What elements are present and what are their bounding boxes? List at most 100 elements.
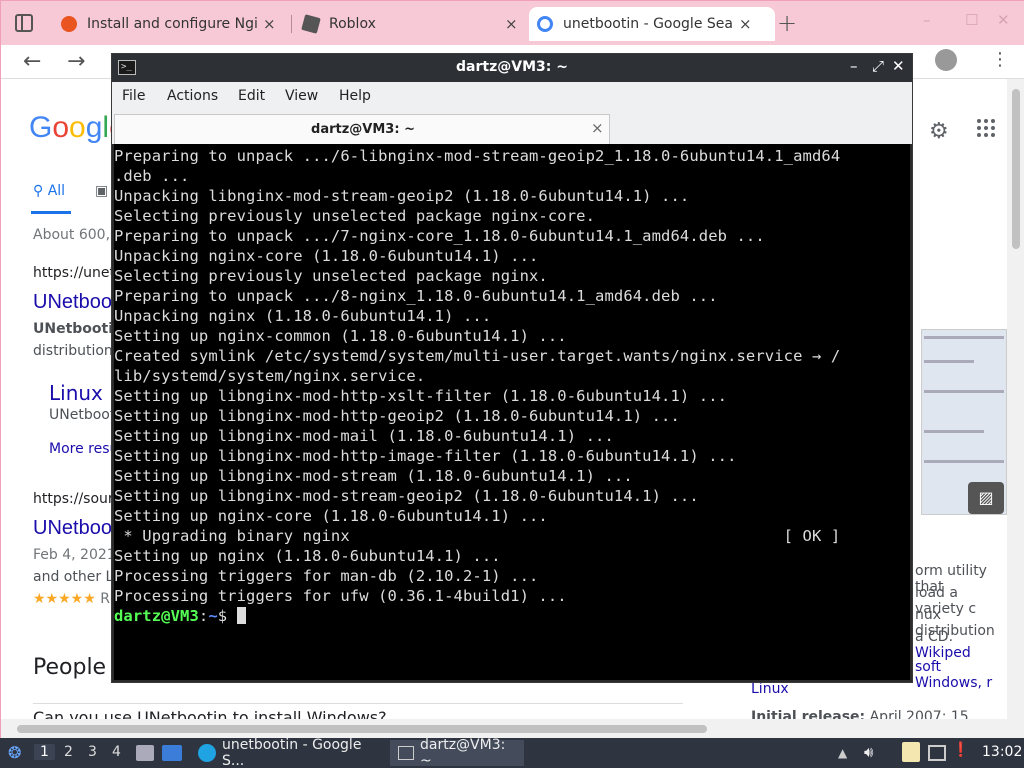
result-date: Feb 4, 2021	[33, 547, 116, 563]
terminal-icon	[398, 746, 414, 760]
workspace-4[interactable]: 4	[112, 744, 121, 760]
rating-value: ★★★★★	[33, 591, 96, 607]
rating-suffix: R	[100, 591, 110, 607]
terminal-tab-close-icon[interactable]: ×	[591, 119, 604, 137]
terminal-window: >_ dartz@VM3: ~ – ⤢ ✕ File Actions Edit …	[111, 53, 913, 683]
result-title[interactable]: UNetboo	[33, 291, 112, 314]
terminal-line: Selecting previously unselected package …	[114, 267, 548, 285]
prompt-separator: :	[198, 607, 209, 625]
terminal-output[interactable]: Preparing to unpack .../6-libnginx-mod-s…	[114, 144, 910, 680]
window-close-button[interactable]: ✕	[997, 11, 1010, 29]
menu-help[interactable]: Help	[339, 88, 371, 104]
menu-file[interactable]: File	[122, 88, 145, 104]
tab-roblox[interactable]: Roblox ×	[295, 7, 518, 41]
chevron-down-icon: ⌄	[667, 708, 681, 719]
tab-close-icon[interactable]: ×	[505, 15, 518, 33]
sidebar-toggle-icon[interactable]	[15, 14, 33, 32]
terminal-line: Setting up libnginx-mod-http-image-filte…	[114, 447, 737, 465]
kp-linux-link[interactable]: Linux	[751, 681, 789, 697]
workspace-1[interactable]: 1	[34, 744, 55, 760]
terminal-line: Setting up nginx (1.18.0-6ubuntu14.1) ..…	[114, 547, 501, 565]
terminal-tab[interactable]: dartz@VM3: ~ ×	[114, 114, 610, 144]
tab-strip: Install and configure Ngin × Roblox × un…	[1, 1, 1024, 45]
volume-icon[interactable]: 🔊︎	[864, 743, 873, 761]
tray-up-icon[interactable]: ▲	[838, 746, 847, 760]
knowledge-panel-image[interactable]: ▨	[921, 329, 1007, 515]
maximize-button[interactable]: ☐	[965, 11, 978, 29]
kp-release-label: Initial release:	[751, 709, 866, 719]
menu-view[interactable]: View	[285, 88, 318, 104]
horizontal-scrollbar[interactable]	[1, 719, 1024, 739]
more-results-link[interactable]: More resu	[49, 441, 118, 457]
tab-close-icon[interactable]: ×	[739, 15, 752, 33]
result-snippet: UNetbootin	[33, 321, 123, 337]
search-icon: ⚲	[33, 183, 44, 199]
logo-letter: o	[52, 111, 70, 144]
tab-all[interactable]: ⚲ All	[33, 183, 65, 199]
terminal-line: Processing triggers for ufw (0.36.1-4bui…	[114, 587, 567, 605]
ubuntu-favicon-icon	[61, 16, 77, 32]
tab-images-icon[interactable]: ▣	[95, 183, 108, 199]
google-favicon-icon	[537, 16, 553, 32]
task-label: dartz@VM3: ~	[420, 737, 506, 769]
forward-icon[interactable]: →	[67, 49, 85, 74]
terminal-line: Unpacking libnginx-mod-stream-geoip2 (1.…	[114, 187, 690, 205]
terminal-line: Preparing to unpack .../6-libnginx-mod-s…	[114, 147, 841, 165]
terminal-menubar: File Actions Edit View Help	[112, 82, 912, 112]
network-icon[interactable]	[928, 745, 946, 761]
sitelink-snippet: UNetbooti	[49, 407, 120, 423]
tab-nginx[interactable]: Install and configure Ngin ×	[53, 7, 276, 41]
terminal-line: Setting up libnginx-mod-http-geoip2 (1.1…	[114, 407, 680, 425]
notification-icon[interactable]: ❗	[952, 742, 970, 762]
terminal-prompt[interactable]: dartz@VM3:~$	[114, 606, 910, 626]
terminal-line: Processing triggers for man-db (2.10.2-1…	[114, 567, 539, 585]
terminal-tabbar: dartz@VM3: ~ ×	[112, 112, 912, 144]
active-tab-indicator	[31, 211, 71, 214]
terminal-titlebar[interactable]: >_ dartz@VM3: ~ – ⤢ ✕	[112, 54, 912, 82]
result-title[interactable]: UNetboo	[33, 517, 112, 540]
task-browser[interactable]: unetbootin - Google S...	[190, 737, 386, 769]
tab-label: All	[47, 183, 66, 199]
maximize-icon[interactable]: ⤢	[872, 57, 884, 75]
back-icon[interactable]: ←	[23, 49, 41, 74]
logo-letter: g	[85, 111, 103, 144]
browser-menu-icon[interactable]: ⋮	[991, 49, 1009, 70]
edge-icon	[198, 744, 216, 762]
logo-letter: G	[29, 111, 53, 144]
tab-separator	[291, 15, 292, 33]
terminal-line: Preparing to unpack .../7-nginx-core_1.1…	[114, 227, 765, 245]
task-terminal[interactable]: dartz@VM3: ~	[390, 737, 524, 769]
prompt-path: ~	[208, 607, 218, 625]
file-manager-icon[interactable]	[136, 745, 154, 761]
google-apps-icon[interactable]	[977, 119, 995, 137]
workspace-3[interactable]: 3	[88, 744, 97, 760]
terminal-line: Setting up nginx-core (1.18.0-6ubuntu14.…	[114, 507, 548, 525]
vertical-scrollbar[interactable]	[1007, 79, 1024, 719]
profile-avatar[interactable]	[935, 49, 957, 71]
desktop-icon[interactable]	[162, 745, 182, 761]
tab-title: unetbootin - Google Search	[563, 16, 733, 32]
terminal-line: Setting up libnginx-mod-stream-geoip2 (1…	[114, 487, 699, 505]
image-icon[interactable]: ▨	[968, 482, 1004, 514]
start-menu-icon[interactable]: ❂	[8, 743, 21, 762]
menu-edit[interactable]: Edit	[238, 88, 265, 104]
workspace-2[interactable]: 2	[64, 744, 73, 760]
faq-question: Can you use UNetbootin to install Window…	[33, 708, 387, 719]
tab-title: Roblox	[329, 16, 376, 32]
menu-actions[interactable]: Actions	[167, 88, 218, 104]
faq-item[interactable]: Can you use UNetbootin to install Window…	[33, 703, 683, 719]
tab-close-icon[interactable]: ×	[263, 15, 276, 33]
result-snippet: distributions	[33, 343, 121, 359]
clock[interactable]: 13:02	[982, 744, 1022, 760]
clipboard-icon[interactable]	[902, 742, 920, 762]
close-icon[interactable]: ✕	[892, 57, 905, 75]
minimize-button[interactable]: –	[923, 11, 931, 29]
task-label: unetbootin - Google S...	[222, 737, 362, 769]
text-cursor	[236, 607, 246, 624]
kp-os-link[interactable]: soft Windows, r	[915, 659, 1009, 691]
window-title: dartz@VM3: ~	[456, 59, 568, 75]
minimize-icon[interactable]: –	[850, 57, 858, 75]
settings-gear-icon[interactable]: ⚙	[929, 119, 949, 144]
new-tab-button[interactable]: +	[777, 9, 797, 37]
tab-google-search[interactable]: unetbootin - Google Search ×	[529, 7, 775, 41]
